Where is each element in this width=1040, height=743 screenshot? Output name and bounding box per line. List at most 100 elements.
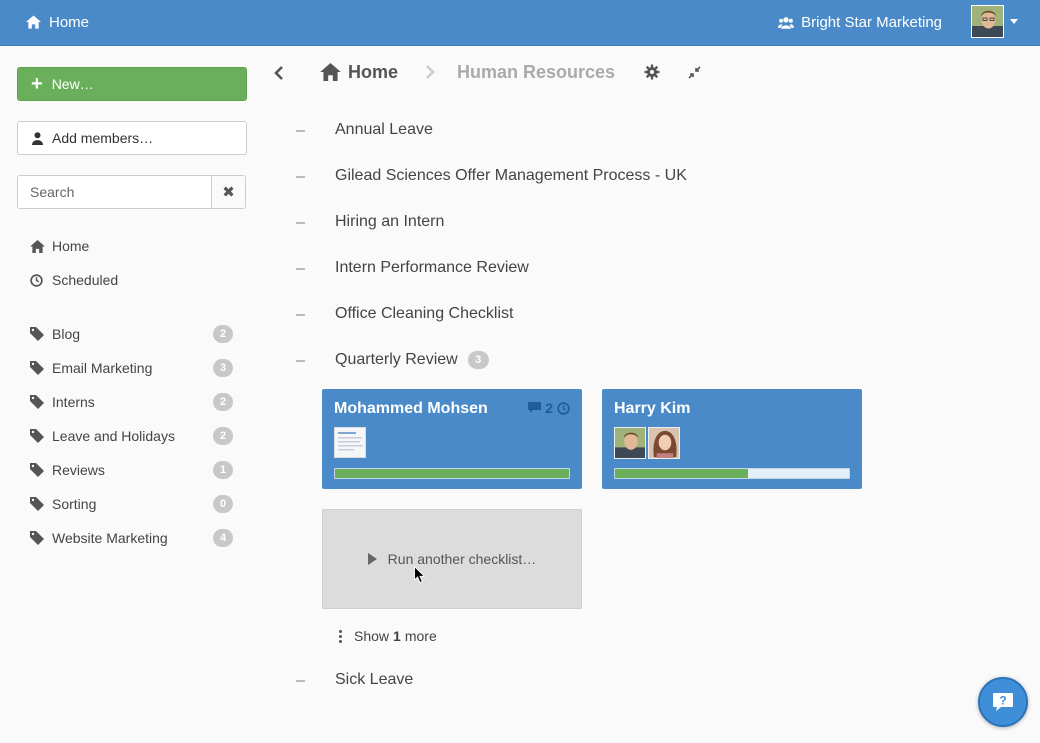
checklist-row[interactable]: Gilead Sciences Offer Management Process… bbox=[296, 166, 896, 188]
checklist-row[interactable]: Annual Leave bbox=[296, 120, 896, 142]
svg-text:?: ? bbox=[999, 693, 1006, 707]
checklist-run-card[interactable]: Harry Kim bbox=[602, 389, 862, 489]
tag-icon bbox=[30, 361, 44, 375]
checklist-row[interactable]: Intern Performance Review bbox=[296, 258, 896, 280]
home-icon bbox=[30, 239, 45, 253]
run-another-label: Run another checklist… bbox=[387, 551, 537, 567]
tag-count-badge: 2 bbox=[213, 427, 233, 445]
collapse-dash-icon bbox=[296, 222, 305, 224]
tag-icon bbox=[30, 327, 44, 341]
sidebar-item-label: Home bbox=[52, 238, 90, 254]
tag-count-badge: 0 bbox=[213, 495, 233, 513]
collapse-dash-icon bbox=[296, 130, 305, 132]
organization-name: Bright Star Marketing bbox=[801, 13, 942, 31]
run-count-badge: 3 bbox=[467, 351, 489, 369]
checklist-row[interactable]: Office Cleaning Checklist bbox=[296, 304, 896, 326]
new-button-label: New… bbox=[51, 76, 94, 92]
help-chat-button[interactable]: ? bbox=[978, 677, 1028, 727]
run-progress-fill bbox=[335, 469, 569, 478]
tag-icon bbox=[30, 531, 44, 545]
users-icon bbox=[778, 16, 795, 29]
run-name: Mohammed Mohsen bbox=[334, 400, 488, 417]
checklist-run-card[interactable]: Mohammed Mohsen 2 bbox=[322, 389, 582, 489]
tag-count-badge: 2 bbox=[213, 325, 233, 343]
sidebar-item-label: Scheduled bbox=[52, 272, 119, 288]
comment-icon bbox=[528, 402, 542, 413]
clear-search-icon[interactable]: ✖ bbox=[211, 176, 245, 208]
tag-count-badge: 3 bbox=[213, 359, 233, 377]
run-meta: 2 bbox=[528, 400, 570, 416]
assignee-avatar[interactable] bbox=[648, 427, 680, 459]
show-more-suffix: more bbox=[404, 628, 437, 644]
run-progress-fill bbox=[615, 469, 749, 478]
show-more-prefix: Show bbox=[354, 628, 390, 644]
show-more-link[interactable]: Show 1 more bbox=[339, 627, 437, 645]
show-more-count: 1 bbox=[393, 628, 401, 644]
question-chat-icon: ? bbox=[993, 692, 1013, 711]
plus-icon: + bbox=[31, 73, 43, 95]
tag-icon bbox=[30, 395, 44, 409]
home-icon bbox=[26, 15, 41, 29]
checklist-row-expanded[interactable]: Quarterly Review 3 bbox=[296, 350, 896, 372]
vertical-ellipsis-icon bbox=[339, 629, 342, 644]
top-home-link[interactable]: Home bbox=[26, 12, 89, 32]
tag-label: Sorting bbox=[52, 496, 97, 512]
checklist-row[interactable]: Hiring an Intern bbox=[296, 212, 896, 234]
collapse-dash-icon bbox=[296, 268, 305, 270]
sidebar-item-scheduled[interactable]: Scheduled bbox=[30, 270, 240, 290]
sidebar-tag-email-marketing[interactable]: Email Marketing 3 bbox=[30, 358, 240, 378]
tag-icon bbox=[30, 429, 44, 443]
run-name: Harry Kim bbox=[614, 400, 691, 417]
tag-label: Interns bbox=[52, 394, 95, 410]
collapse-dash-icon bbox=[296, 176, 305, 178]
checklist-title: Quarterly Review bbox=[335, 351, 458, 368]
checklist-title: Annual Leave bbox=[335, 121, 433, 138]
sidebar-tag-reviews[interactable]: Reviews 1 bbox=[30, 460, 240, 480]
breadcrumb-home-label: Home bbox=[348, 61, 399, 82]
sidebar-tag-website-marketing[interactable]: Website Marketing 4 bbox=[30, 528, 240, 548]
checklist-title: Sick Leave bbox=[335, 671, 414, 688]
add-members-button[interactable]: Add members… bbox=[17, 121, 247, 155]
user-menu-caret-icon[interactable] bbox=[1010, 19, 1018, 24]
checklist-title-group: Quarterly Review 3 bbox=[335, 351, 489, 369]
new-button[interactable]: + New… bbox=[17, 67, 247, 101]
run-progress-bar bbox=[334, 468, 570, 479]
tag-count-badge: 4 bbox=[213, 529, 233, 547]
checklist-title: Gilead Sciences Offer Management Process… bbox=[335, 167, 687, 184]
run-another-checklist-button[interactable]: Run another checklist… bbox=[322, 509, 582, 609]
collapse-dash-icon bbox=[296, 314, 305, 316]
breadcrumb-home[interactable]: Home bbox=[320, 60, 398, 84]
add-members-label: Add members… bbox=[52, 130, 154, 146]
tag-label: Website Marketing bbox=[52, 530, 168, 546]
clock-icon bbox=[30, 273, 43, 287]
sidebar-item-home[interactable]: Home bbox=[30, 236, 240, 256]
tag-label: Blog bbox=[52, 326, 81, 342]
checklist-row[interactable]: Sick Leave bbox=[296, 670, 896, 692]
sidebar-tag-blog[interactable]: Blog 2 bbox=[30, 324, 240, 344]
search-box: ✖ bbox=[17, 175, 246, 209]
assignee-avatar[interactable] bbox=[614, 427, 646, 459]
tag-label: Reviews bbox=[52, 462, 105, 478]
tag-label: Email Marketing bbox=[52, 360, 153, 376]
tag-icon bbox=[30, 463, 44, 477]
breadcrumb-current-folder[interactable]: Human Resources bbox=[457, 62, 615, 83]
search-input[interactable] bbox=[18, 176, 211, 208]
collapse-dash-icon bbox=[296, 680, 305, 682]
run-progress-bar bbox=[614, 468, 850, 479]
collapse-sidebar-chevron-icon[interactable] bbox=[272, 64, 286, 82]
tag-icon bbox=[30, 497, 44, 511]
checklist-title: Office Cleaning Checklist bbox=[335, 305, 514, 322]
comment-count: 2 bbox=[545, 400, 553, 416]
organization-switcher[interactable]: Bright Star Marketing bbox=[778, 12, 942, 32]
clock-icon bbox=[557, 401, 570, 415]
gear-icon[interactable] bbox=[644, 64, 660, 80]
top-navbar: Home Bright Star Marketing bbox=[0, 0, 1040, 46]
sidebar-tag-sorting[interactable]: Sorting 0 bbox=[30, 494, 240, 514]
sidebar-tag-interns[interactable]: Interns 2 bbox=[30, 392, 240, 412]
tag-count-badge: 2 bbox=[213, 393, 233, 411]
sidebar-tag-leave-and-holidays[interactable]: Leave and Holidays 2 bbox=[30, 426, 240, 446]
compress-icon[interactable] bbox=[688, 66, 701, 79]
user-avatar[interactable] bbox=[971, 5, 1004, 38]
breadcrumb-chevron-right-icon bbox=[426, 65, 435, 79]
play-icon bbox=[367, 553, 377, 565]
